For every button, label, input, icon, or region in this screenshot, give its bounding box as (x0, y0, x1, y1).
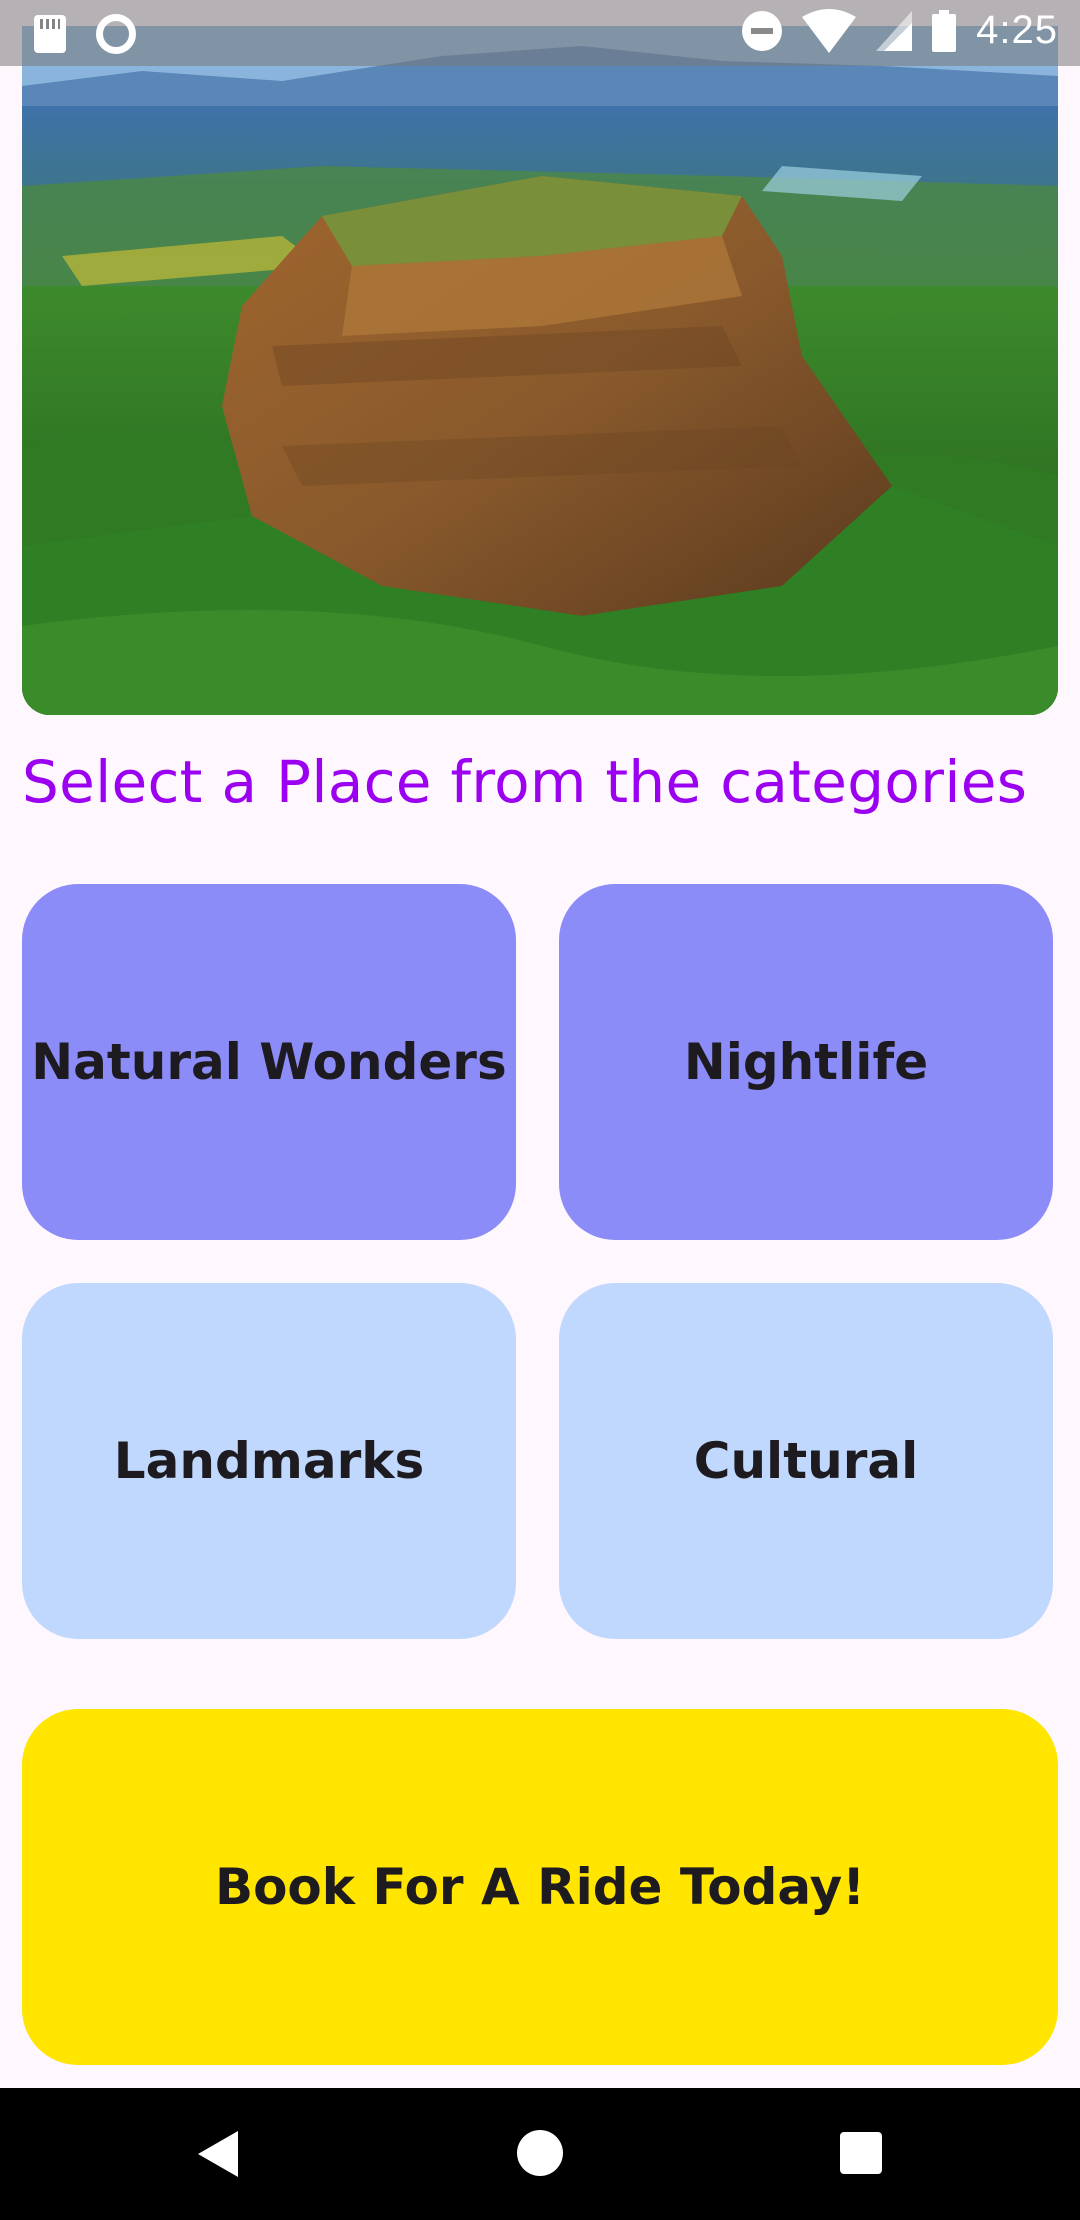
home-icon[interactable] (517, 2130, 563, 2176)
category-natural-wonders-button[interactable]: Natural Wonders (22, 884, 516, 1240)
book-ride-button[interactable]: Book For A Ride Today! (22, 1709, 1058, 2065)
category-cultural-button[interactable]: Cultural (559, 1283, 1053, 1639)
navigation-bar (0, 2088, 1080, 2220)
category-label: Cultural (693, 1432, 919, 1490)
back-icon[interactable] (198, 2131, 238, 2177)
book-ride-label: Book For A Ride Today! (214, 1858, 866, 1916)
recents-icon[interactable] (840, 2132, 882, 2174)
hero-image (22, 26, 1058, 715)
signal-icon (876, 10, 913, 51)
status-bar: 4:25 (0, 0, 1080, 66)
category-landmarks-button[interactable]: Landmarks (22, 1283, 516, 1639)
clock: 4:25 (976, 8, 1058, 52)
page-heading: Select a Place from the categories (22, 748, 1028, 816)
do-not-disturb-icon (742, 10, 783, 51)
category-nightlife-button[interactable]: Nightlife (559, 884, 1053, 1240)
category-label: Natural Wonders (31, 1033, 507, 1091)
ring-icon (96, 14, 136, 54)
sigiriya-rock-illustration (22, 26, 1058, 715)
category-label: Nightlife (683, 1033, 929, 1091)
battery-icon (932, 9, 957, 52)
category-label: Landmarks (113, 1432, 425, 1490)
sd-card-icon (34, 15, 66, 53)
wifi-icon (802, 8, 857, 53)
